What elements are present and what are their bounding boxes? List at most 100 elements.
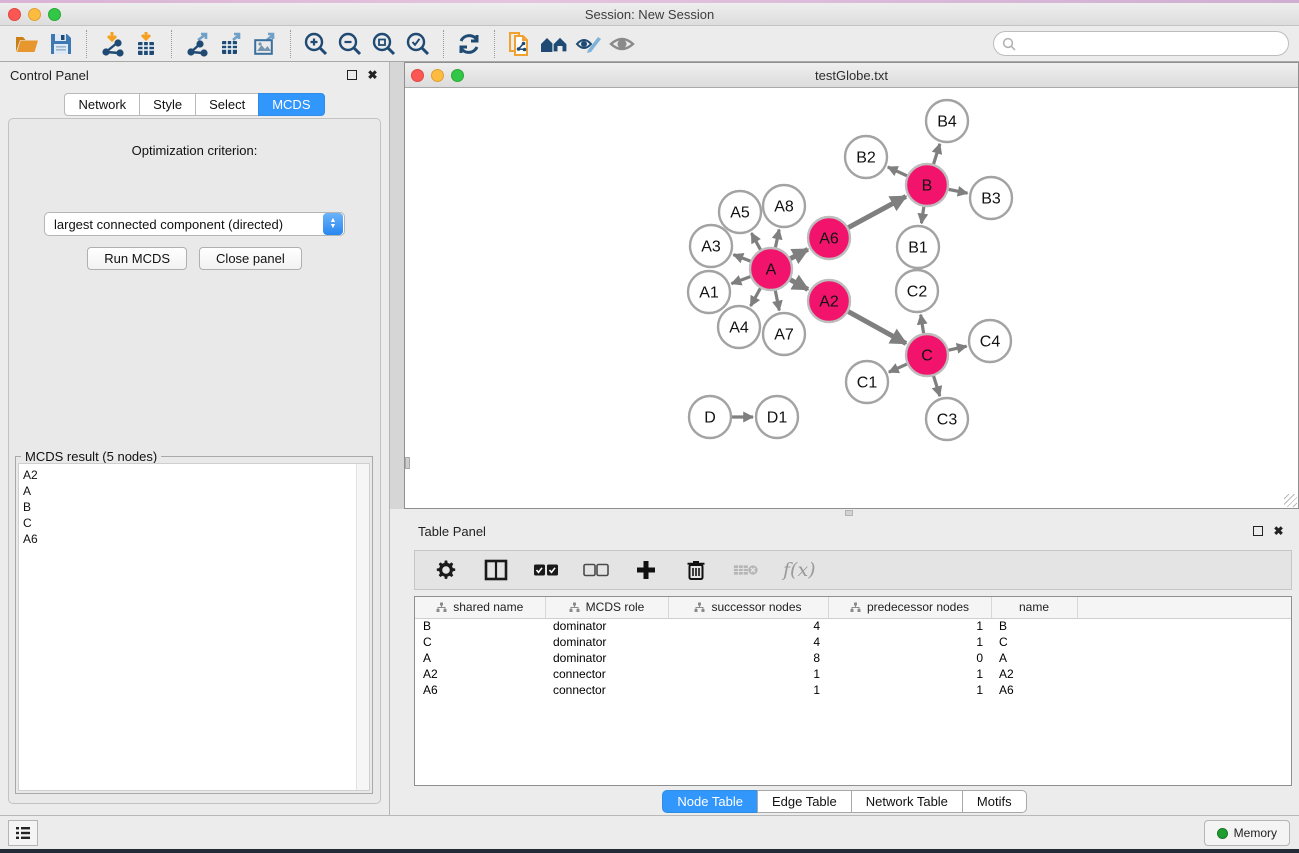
table-row[interactable]: A6connector11A6 [415, 682, 1291, 698]
window-resize-grip[interactable] [1284, 494, 1297, 507]
graph-node-A3[interactable]: A3 [690, 225, 732, 267]
graph-node-B2[interactable]: B2 [845, 136, 887, 178]
table-tab-motifs[interactable]: Motifs [962, 790, 1027, 813]
graph-node-A4[interactable]: A4 [718, 306, 760, 348]
zoom-out-button[interactable] [333, 29, 367, 59]
close-table-panel-icon[interactable]: ✖ [1272, 525, 1285, 538]
control-tab-network[interactable]: Network [64, 93, 139, 116]
cell-shared-name[interactable]: A2 [415, 666, 545, 682]
graph-node-A8[interactable]: A8 [763, 185, 805, 227]
cell-successor-nodes[interactable]: 4 [668, 634, 828, 650]
table-row[interactable]: A2connector11A2 [415, 666, 1291, 682]
cell-MCDS-role[interactable]: connector [545, 682, 668, 698]
import-table-button[interactable] [129, 29, 163, 59]
hide-details-button[interactable] [571, 29, 605, 59]
close-panel-icon[interactable]: ✖ [366, 69, 379, 82]
cell-name[interactable]: C [991, 634, 1077, 650]
edge-C-C4[interactable] [948, 346, 966, 350]
refresh-view-button[interactable] [452, 29, 486, 59]
criterion-select[interactable]: largest connected component (directed) ▲… [44, 212, 345, 236]
cell-predecessor-nodes[interactable]: 1 [828, 682, 991, 698]
search-input[interactable] [1016, 37, 1288, 51]
delete-column-button[interactable] [683, 557, 709, 583]
task-history-button[interactable] [8, 820, 38, 846]
graph-node-A1[interactable]: A1 [688, 271, 730, 313]
cell-shared-name[interactable]: A [415, 650, 545, 666]
edge-B-B3[interactable] [949, 189, 968, 193]
close-panel-button[interactable]: Close panel [199, 247, 302, 270]
save-session-button[interactable] [44, 29, 78, 59]
cell-shared-name[interactable]: B [415, 618, 545, 634]
edge-A-A7[interactable] [775, 291, 779, 311]
table-row[interactable]: Bdominator41B [415, 618, 1291, 634]
graph-node-C4[interactable]: C4 [969, 320, 1011, 362]
edge-A-A3[interactable] [733, 255, 750, 262]
delete-table-button[interactable] [733, 557, 759, 583]
graph-node-A6[interactable]: A6 [808, 217, 850, 259]
cell-successor-nodes[interactable]: 1 [668, 666, 828, 682]
cell-name[interactable]: B [991, 618, 1077, 634]
cell-successor-nodes[interactable]: 4 [668, 618, 828, 634]
edge-A-A4[interactable] [751, 288, 761, 306]
cell-predecessor-nodes[interactable]: 1 [828, 618, 991, 634]
edge-B-B4[interactable] [934, 144, 940, 164]
edge-A6-B[interactable] [848, 196, 906, 227]
cell-successor-nodes[interactable]: 8 [668, 650, 828, 666]
export-network-button[interactable] [180, 29, 214, 59]
graph-node-A[interactable]: A [750, 248, 792, 290]
import-network-button[interactable] [95, 29, 129, 59]
edge-A-A5[interactable] [751, 233, 760, 250]
result-scrollbar[interactable] [356, 464, 369, 790]
column-header-name[interactable]: name [991, 597, 1077, 618]
column-header-predecessor-nodes[interactable]: predecessor nodes [828, 597, 991, 618]
graph-node-A2[interactable]: A2 [808, 280, 850, 322]
graph-node-B4[interactable]: B4 [926, 100, 968, 142]
edge-A-A6[interactable] [790, 249, 807, 258]
graph-node-C[interactable]: C [906, 334, 948, 376]
edge-C-C3[interactable] [934, 376, 940, 396]
cell-shared-name[interactable]: A6 [415, 682, 545, 698]
cell-MCDS-role[interactable]: connector [545, 666, 668, 682]
edge-B-B1[interactable] [921, 207, 923, 223]
cell-predecessor-nodes[interactable]: 1 [828, 634, 991, 650]
run-mcds-button[interactable]: Run MCDS [87, 247, 187, 270]
column-header-MCDS-role[interactable]: MCDS role [545, 597, 668, 618]
cell-name[interactable]: A6 [991, 682, 1077, 698]
control-tab-mcds[interactable]: MCDS [258, 93, 324, 116]
zoom-in-button[interactable] [299, 29, 333, 59]
mcds-result-item[interactable]: A [23, 483, 356, 499]
cell-name[interactable]: A2 [991, 666, 1077, 682]
split-drag-handle[interactable] [845, 510, 853, 516]
graph-node-A5[interactable]: A5 [719, 191, 761, 233]
cell-predecessor-nodes[interactable]: 0 [828, 650, 991, 666]
table-tab-node-table[interactable]: Node Table [662, 790, 757, 813]
export-table-button[interactable] [214, 29, 248, 59]
edge-A-A8[interactable] [775, 230, 779, 248]
graph-node-C2[interactable]: C2 [896, 270, 938, 312]
control-tab-select[interactable]: Select [195, 93, 258, 116]
show-all-networks-button[interactable] [537, 29, 571, 59]
table-row[interactable]: Cdominator41C [415, 634, 1291, 650]
mcds-result-item[interactable]: A6 [23, 531, 356, 547]
open-session-button[interactable] [10, 29, 44, 59]
column-header-shared-name[interactable]: shared name [415, 597, 545, 618]
network-canvas[interactable]: AA1A2A3A4A5A6A7A8BB1B2B3B4CC1C2C3C4DD1 [405, 88, 1298, 508]
cell-MCDS-role[interactable]: dominator [545, 618, 668, 634]
control-tab-style[interactable]: Style [139, 93, 195, 116]
split-divider[interactable] [390, 509, 1299, 518]
mcds-result-list[interactable]: A2ABCA6 [18, 463, 370, 791]
graph-node-C3[interactable]: C3 [926, 398, 968, 440]
table-split-view-button[interactable] [483, 557, 509, 583]
clone-network-button[interactable] [503, 29, 537, 59]
cell-predecessor-nodes[interactable]: 1 [828, 666, 991, 682]
edge-C-C1[interactable] [889, 364, 907, 372]
mcds-result-item[interactable]: A2 [23, 467, 356, 483]
search-box[interactable] [993, 31, 1289, 56]
zoom-selected-button[interactable] [401, 29, 435, 59]
float-table-panel-icon[interactable] [1251, 525, 1264, 538]
show-details-button[interactable] [605, 29, 639, 59]
memory-button[interactable]: Memory [1204, 820, 1290, 846]
cell-MCDS-role[interactable]: dominator [545, 650, 668, 666]
table-tab-edge-table[interactable]: Edge Table [757, 790, 851, 813]
select-all-columns-button[interactable] [533, 557, 559, 583]
